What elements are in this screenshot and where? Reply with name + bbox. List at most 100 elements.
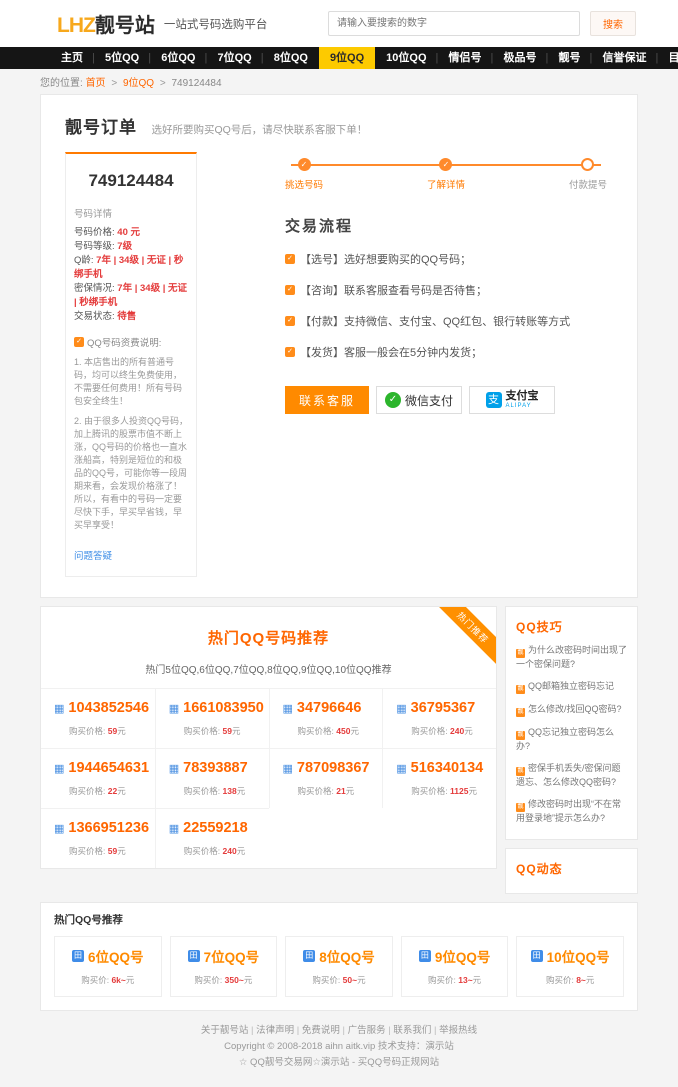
contact-service-button[interactable]: 联系客服 [285,386,369,414]
tip-link[interactable]: 靓QQ邮箱独立密码忘记 [516,680,627,694]
footer-link-ads[interactable]: 广告服务 [348,1025,386,1036]
footer-link-report[interactable]: 举报热线 [439,1025,477,1036]
logo-text-cn: 靓号站 [95,9,155,38]
hot-title: 热门QQ号码推荐 [41,627,496,648]
logo-text-lhz: LHZ [57,14,95,38]
qq-number-item[interactable]: ▦22559218 购买价格: 240元 [155,808,269,868]
tip-link[interactable]: 靓密保手机丢失/密保问题遗忘、怎么修改QQ密码? [516,762,627,789]
nav-item-couple[interactable]: 情侣号 [438,47,493,69]
category-card-qq9[interactable]: 田9位QQ号 购买价: 13~元 [401,936,509,997]
qq-number-item[interactable]: ▦1944654631 购买价格: 22元 [41,748,155,808]
breadcrumb: 您的位置: 首页 > 9位QQ > 749124484 [0,69,678,94]
detail-row-qage: Q龄: 7年 | 34级 | 无证 | 秒绑手机 [74,254,188,282]
tip-icon: 靓 [516,649,525,658]
search-box: 搜索 [328,11,636,36]
breadcrumb-category[interactable]: 9位QQ [123,78,154,89]
breadcrumb-home[interactable]: 首页 [86,78,106,89]
process-item-consult: ✓ 【咨询】联系客服查看号码是否待售； [285,282,613,298]
alipay-button[interactable]: 支 支付宝 ALIPAY [469,386,555,414]
search-input[interactable] [328,11,580,36]
site-tagline: 一站式号码选购平台 [164,16,268,32]
category-card-qq6[interactable]: 田6位QQ号 购买价: 6k~元 [54,936,162,997]
nav-item-pretty[interactable]: 靓号 [548,47,592,69]
nav-item-catalog[interactable]: 目录选号 [658,47,678,69]
qq-number-item[interactable]: ▦78393887 购买价格: 138元 [155,748,269,808]
category-icon: 田 [419,950,431,962]
detail-row-price: 号码价格: 40 元 [74,226,188,240]
qq-number-item[interactable]: ▦36795367 购买价格: 240元 [382,689,496,748]
grid-icon: ▦ [396,762,406,775]
footer-link-contact[interactable]: 联系我们 [393,1025,431,1036]
order-right-column: ✓ 挑选号码 ✓ 了解详情 付款提号 交易流程 ✓ 【选号】选好想要购买 [285,152,613,577]
hot-numbers-panel: 热门推荐 热门QQ号码推荐 热门5位QQ,6位QQ,7位QQ,8位QQ,9位QQ… [40,606,497,869]
category-icon: 田 [303,950,315,962]
tip-link[interactable]: 靓修改密码时出现“不在常用登录地”提示怎么办? [516,798,627,825]
wechat-icon: ✓ [385,392,401,408]
grid-icon: ▦ [396,702,406,715]
qq-number-item[interactable]: ▦516340134 购买价格: 1125元 [382,748,496,808]
breadcrumb-current: 749124484 [172,78,222,89]
nav-item-qq5[interactable]: 5位QQ [94,47,150,69]
category-panel-title: 热门QQ号推荐 [54,912,624,927]
tip-icon: 靓 [516,767,525,776]
nav-item-qq8[interactable]: 8位QQ [263,47,319,69]
qq-number-item[interactable]: ▦1661083950 购买价格: 59元 [155,689,269,748]
footer-slogan: ☆ QQ靓号交易网☆演示站 - 买QQ号码正规网站 [0,1055,678,1071]
category-panel: 热门QQ号推荐 田6位QQ号 购买价: 6k~元 田7位QQ号 购买价: 350… [40,902,638,1011]
process-item-pay: ✓ 【付款】支持微信、支付宝、QQ红包、银行转账等方式 [285,313,613,329]
detail-row-level: 号码等级: 7级 [74,240,188,254]
progress-steps: ✓ 挑选号码 ✓ 了解详情 付款提号 [285,158,613,191]
qq-number: 749124484 [74,164,188,206]
footer-link-legal[interactable]: 法律声明 [256,1025,294,1036]
step-done-check-icon: ✓ [439,158,452,171]
category-card-qq7[interactable]: 田7位QQ号 购买价: 350~元 [170,936,278,997]
qq-tips-panel: QQ技巧 靓为什么改密码时间出现了一个密保问题? 靓QQ邮箱独立密码忘记 靓怎么… [505,606,638,840]
process-item-deliver: ✓ 【发货】客服一般会在5分钟内发货； [285,344,613,360]
tip-icon: 靓 [516,803,525,812]
step-done-check-icon: ✓ [298,158,311,171]
payment-buttons: 联系客服 ✓ 微信支付 支 支付宝 ALIPAY [285,386,613,414]
category-card-qq10[interactable]: 田10位QQ号 购买价: 8~元 [516,936,624,997]
footer-link-free[interactable]: 免费说明 [302,1025,340,1036]
detail-row-security: 密保情况: 7年 | 34级 | 无证 | 秒绑手机 [74,282,188,310]
qq-number-item[interactable]: ▦1366951236 购买价格: 59元 [41,808,155,868]
step-pick-number: ✓ 挑选号码 [285,158,323,191]
tip-icon: 靓 [516,685,525,694]
nav-item-home[interactable]: 主页 [50,47,94,69]
qq-news-panel: QQ动态 [505,848,638,894]
details-title: 号码详情 [74,206,188,220]
wechat-pay-button[interactable]: ✓ 微信支付 [376,386,462,414]
order-subtitle: 选好所要购买QQ号后，请尽快联系客服下单！ [151,124,367,136]
tip-icon: 靓 [516,731,525,740]
step-pay-get-number: 付款提号 [569,158,607,191]
grid-icon: ▦ [54,822,64,835]
search-button[interactable]: 搜索 [590,11,636,36]
qq-number-item[interactable]: ▦1043852546 购买价格: 59元 [41,689,155,748]
faq-link[interactable]: 问题答疑 [74,548,112,562]
check-icon: ✓ [285,254,295,264]
number-detail-card: 749124484 号码详情 号码价格: 40 元 号码等级: 7级 Q龄: 7… [65,152,197,577]
qq-number-item[interactable]: ▦787098367 购买价格: 21元 [269,748,383,808]
nav-item-qq10[interactable]: 10位QQ [375,47,437,69]
footer: 关于靓号站 法律声明 免费说明 广告服务 联系我们 举报热线 Copyright… [0,1011,678,1087]
footer-links: 关于靓号站 法律声明 免费说明 广告服务 联系我们 举报热线 [0,1023,678,1039]
site-logo[interactable]: LHZ 靓号站 [57,9,155,38]
footer-link-about[interactable]: 关于靓号站 [201,1025,249,1036]
step-view-details: ✓ 了解详情 [427,158,465,191]
grid-icon: ▦ [169,762,179,775]
qq-number-item[interactable]: ▦34796646 购买价格: 450元 [269,689,383,748]
category-icon: 田 [72,950,84,962]
tip-link[interactable]: 靓怎么修改/找回QQ密码? [516,703,627,717]
nav-item-qq9-active[interactable]: 9位QQ [319,47,375,69]
process-title: 交易流程 [285,215,613,236]
nav-item-qq7[interactable]: 7位QQ [206,47,262,69]
fee-notice-header: ✓ QQ号码资费说明: [74,335,188,349]
category-card-qq8[interactable]: 田8位QQ号 购买价: 50~元 [285,936,393,997]
tip-link[interactable]: 靓QQ忘记独立密码怎么办? [516,726,627,753]
nav-item-credit[interactable]: 信誉保证 [592,47,658,69]
nav-item-premium[interactable]: 极品号 [493,47,548,69]
grid-icon: ▦ [169,822,179,835]
nav-item-qq6[interactable]: 6位QQ [150,47,206,69]
tip-link[interactable]: 靓为什么改密码时间出现了一个密保问题? [516,644,627,671]
grid-icon: ▦ [54,702,64,715]
